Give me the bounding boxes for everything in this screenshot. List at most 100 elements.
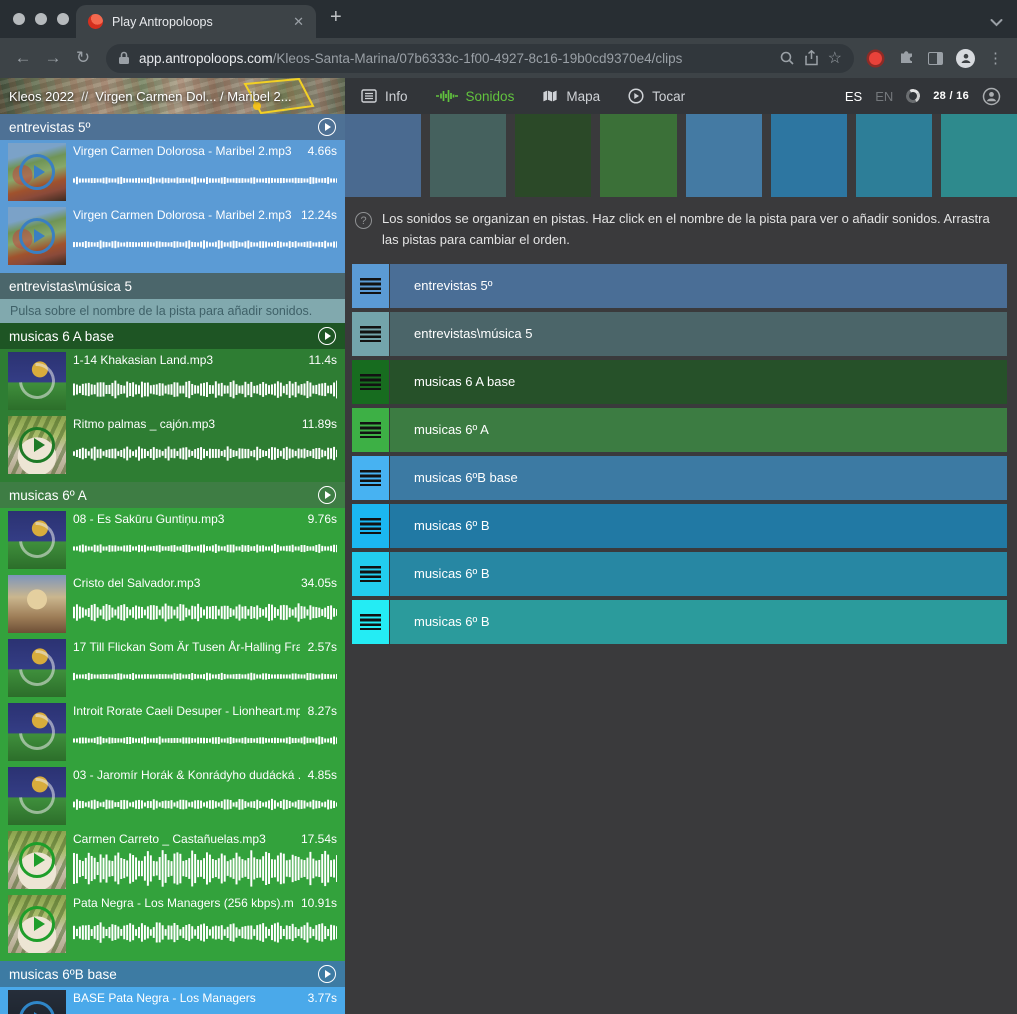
clip-item[interactable]: Ritmo palmas _ cajón.mp311.89s bbox=[8, 416, 337, 474]
track-drag-handle[interactable] bbox=[352, 504, 389, 548]
tab-tocar[interactable]: Tocar bbox=[628, 88, 685, 104]
profile-avatar[interactable] bbox=[956, 49, 975, 68]
track-section-title[interactable]: entrevistas 5º bbox=[9, 120, 90, 135]
clip-thumbnail[interactable] bbox=[8, 352, 66, 410]
clip-play-overlay-icon[interactable] bbox=[19, 1001, 55, 1014]
track-color-swatch[interactable] bbox=[430, 114, 506, 197]
track-row[interactable]: musicas 6ºB base bbox=[352, 456, 1007, 500]
clip-item[interactable]: BASE Pata Negra - Los Managers3.77s bbox=[8, 990, 337, 1014]
track-color-swatch[interactable] bbox=[856, 114, 932, 197]
search-icon[interactable] bbox=[779, 50, 795, 66]
track-section-title[interactable]: musicas 6ºB base bbox=[9, 967, 117, 982]
track-row[interactable]: musicas 6º B bbox=[352, 600, 1007, 644]
track-drag-handle[interactable] bbox=[352, 456, 389, 500]
clip-item[interactable]: Carmen Carreto _ Castañuelas.mp317.54s bbox=[8, 831, 337, 889]
clip-thumbnail[interactable] bbox=[8, 990, 66, 1014]
track-color-swatch[interactable] bbox=[515, 114, 591, 197]
reload-icon[interactable]: ↻ bbox=[68, 48, 98, 68]
window-minimize-button[interactable] bbox=[35, 13, 47, 25]
extensions-puzzle-icon[interactable] bbox=[898, 47, 915, 69]
track-row[interactable]: musicas 6º B bbox=[352, 552, 1007, 596]
account-icon[interactable] bbox=[982, 87, 1001, 106]
tab-close-icon[interactable]: ✕ bbox=[293, 14, 304, 30]
track-name[interactable]: musicas 6ºB base bbox=[414, 470, 518, 485]
tab-mapa[interactable]: Mapa bbox=[542, 89, 600, 104]
tab-info[interactable]: Info bbox=[361, 89, 408, 104]
track-row-body[interactable]: entrevistas 5º bbox=[390, 264, 1007, 308]
clip-item[interactable]: 17 Till Flickan Som Är Tusen År-Halling … bbox=[8, 639, 337, 697]
play-track-icon[interactable] bbox=[318, 327, 336, 345]
track-drag-handle[interactable] bbox=[352, 264, 389, 308]
side-panel-icon[interactable] bbox=[928, 52, 943, 65]
track-name[interactable]: musicas 6º B bbox=[414, 518, 490, 533]
track-drag-handle[interactable] bbox=[352, 408, 389, 452]
track-name[interactable]: musicas 6 A base bbox=[414, 374, 515, 389]
clip-play-overlay-icon[interactable] bbox=[19, 427, 55, 463]
window-zoom-button[interactable] bbox=[57, 13, 69, 25]
clip-item[interactable]: Virgen Carmen Dolorosa - Maribel 2.mp34.… bbox=[8, 143, 337, 201]
track-name[interactable]: entrevistas 5º bbox=[414, 278, 492, 293]
breadcrumb[interactable]: Kleos 2022 // Virgen Carmen Dol... / Mar… bbox=[0, 78, 345, 114]
url-bar[interactable]: app.antropoloops.com/Kleos-Santa-Marina/… bbox=[106, 44, 854, 73]
clip-item[interactable]: Pata Negra - Los Managers (256 kbps).mp3… bbox=[8, 895, 337, 953]
track-name[interactable]: musicas 6º B bbox=[414, 614, 490, 629]
bookmark-star-icon[interactable]: ☆ bbox=[828, 48, 842, 68]
clip-item[interactable]: Virgen Carmen Dolorosa - Maribel 2.mp312… bbox=[8, 207, 337, 265]
track-color-swatch[interactable] bbox=[600, 114, 676, 197]
clip-item[interactable]: 08 - Es Sakūru Guntiņu.mp39.76s bbox=[8, 511, 337, 569]
tab-sonidos[interactable]: Sonidos bbox=[436, 89, 515, 104]
track-row[interactable]: musicas 6 A base bbox=[352, 360, 1007, 404]
track-row-body[interactable]: musicas 6º B bbox=[390, 600, 1007, 644]
clip-play-overlay-icon[interactable] bbox=[19, 218, 55, 254]
lang-en[interactable]: EN bbox=[875, 89, 893, 104]
play-track-icon[interactable] bbox=[318, 965, 336, 983]
track-name[interactable]: entrevistas\música 5 bbox=[414, 326, 533, 341]
track-section-title[interactable]: musicas 6 A base bbox=[9, 329, 114, 344]
clip-thumbnail[interactable] bbox=[8, 767, 66, 825]
track-section-header[interactable]: musicas 6ºB base bbox=[0, 961, 345, 987]
window-close-button[interactable] bbox=[13, 13, 25, 25]
clip-item[interactable]: Introit Rorate Caeli Desuper - Lionheart… bbox=[8, 703, 337, 761]
track-row-body[interactable]: musicas 6 A base bbox=[390, 360, 1007, 404]
recording-extension-icon[interactable] bbox=[869, 52, 882, 65]
clip-thumbnail[interactable] bbox=[8, 703, 66, 761]
track-name[interactable]: musicas 6º A bbox=[414, 422, 489, 437]
clip-thumbnail[interactable] bbox=[8, 207, 66, 265]
clip-item[interactable]: 03 - Jaromír Horák & Konrádyho dudácká .… bbox=[8, 767, 337, 825]
browser-menu-icon[interactable]: ⋮ bbox=[988, 49, 1003, 67]
track-drag-handle[interactable] bbox=[352, 312, 389, 356]
new-tab-button[interactable]: + bbox=[330, 6, 342, 29]
clip-thumbnail[interactable] bbox=[8, 831, 66, 889]
track-row-body[interactable]: musicas 6º B bbox=[390, 552, 1007, 596]
browser-tab[interactable]: Play Antropoloops ✕ bbox=[76, 5, 316, 38]
clip-item[interactable]: 1-14 Khakasian Land.mp311.4s bbox=[8, 352, 337, 410]
clip-thumbnail[interactable] bbox=[8, 575, 66, 633]
track-color-swatch[interactable] bbox=[941, 114, 1017, 197]
clip-thumbnail[interactable] bbox=[8, 895, 66, 953]
forward-icon[interactable]: → bbox=[38, 48, 68, 68]
track-drag-handle[interactable] bbox=[352, 552, 389, 596]
track-section-header[interactable]: entrevistas 5º bbox=[0, 114, 345, 140]
track-row[interactable]: musicas 6º A bbox=[352, 408, 1007, 452]
clip-item[interactable]: Cristo del Salvador.mp334.05s bbox=[8, 575, 337, 633]
track-drag-handle[interactable] bbox=[352, 600, 389, 644]
track-section-header[interactable]: entrevistas\música 5 bbox=[0, 273, 345, 299]
clip-thumbnail[interactable] bbox=[8, 511, 66, 569]
track-color-swatch[interactable] bbox=[771, 114, 847, 197]
play-track-icon[interactable] bbox=[318, 486, 336, 504]
clip-thumbnail[interactable] bbox=[8, 416, 66, 474]
track-row-body[interactable]: musicas 6ºB base bbox=[390, 456, 1007, 500]
track-section-title[interactable]: musicas 6º A bbox=[9, 488, 87, 503]
lang-es[interactable]: ES bbox=[845, 89, 862, 104]
track-color-swatch[interactable] bbox=[686, 114, 762, 197]
breadcrumb-detail[interactable]: Virgen Carmen Dol... / Maribel 2... bbox=[95, 89, 291, 104]
track-row-body[interactable]: musicas 6º A bbox=[390, 408, 1007, 452]
clip-play-overlay-icon[interactable] bbox=[19, 842, 55, 878]
tab-search-chevron-icon[interactable] bbox=[990, 14, 1003, 32]
track-name[interactable]: musicas 6º B bbox=[414, 566, 490, 581]
clip-thumbnail[interactable] bbox=[8, 639, 66, 697]
clip-play-overlay-icon[interactable] bbox=[19, 154, 55, 190]
track-section-header[interactable]: musicas 6 A base bbox=[0, 323, 345, 349]
back-icon[interactable]: ← bbox=[8, 48, 38, 68]
track-row[interactable]: musicas 6º B bbox=[352, 504, 1007, 548]
